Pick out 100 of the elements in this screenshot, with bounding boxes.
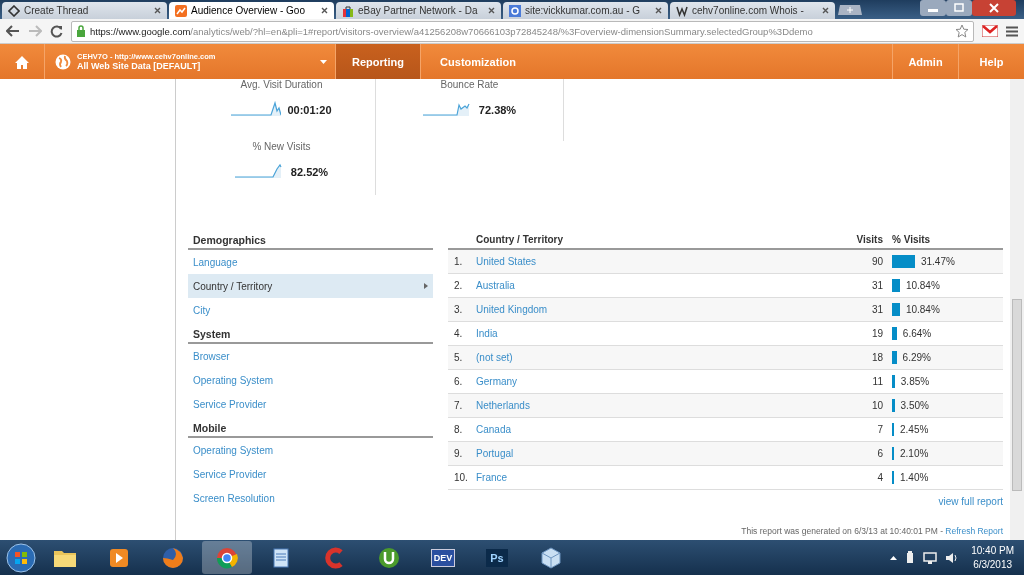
country-link[interactable]: Portugal bbox=[476, 448, 514, 459]
new-tab-icon[interactable] bbox=[837, 4, 863, 16]
volume-icon[interactable] bbox=[945, 551, 960, 564]
dimension-link[interactable]: Screen Resolution bbox=[188, 486, 433, 510]
search-icon bbox=[509, 4, 521, 17]
browser-tab[interactable]: site:vickkumar.com.au - G bbox=[503, 2, 668, 19]
table-cell-text: 19 bbox=[870, 328, 883, 339]
tab-title: Audience Overview - Goo bbox=[191, 5, 306, 16]
rank-number: 4. bbox=[453, 328, 464, 339]
table-cell-text: 11 bbox=[871, 376, 883, 387]
table-cell-text: 7 bbox=[876, 424, 883, 435]
menu-icon[interactable] bbox=[1006, 25, 1018, 37]
app-logo: DEV bbox=[430, 548, 456, 567]
close-icon[interactable] bbox=[321, 7, 328, 14]
country-link[interactable]: United Kingdom bbox=[476, 304, 548, 315]
metric-value: 72.38% bbox=[478, 104, 517, 116]
percent-bar bbox=[892, 303, 900, 316]
clock-time: 10:40 PM bbox=[971, 543, 1014, 558]
rank-number: 2. bbox=[453, 280, 464, 291]
percent-bar bbox=[892, 327, 897, 340]
table-cell: 3.85% bbox=[900, 376, 930, 387]
dropdown-caret-icon bbox=[320, 59, 327, 64]
country-link[interactable]: Germany bbox=[476, 376, 518, 387]
sparkline-drawing bbox=[231, 99, 282, 116]
dimension-link[interactable]: Operating System bbox=[188, 438, 433, 462]
percent-bar bbox=[892, 279, 900, 292]
rank-number: 10. bbox=[453, 472, 469, 483]
dimension-link[interactable]: City bbox=[188, 298, 433, 322]
percent-bar bbox=[892, 255, 915, 268]
column-header: % Visits bbox=[891, 234, 932, 245]
browser-tab[interactable]: Create Thread bbox=[2, 2, 167, 19]
reload-icon[interactable] bbox=[50, 24, 63, 38]
arrow-right-icon bbox=[424, 283, 428, 289]
tab-title: eBay Partner Network - Da bbox=[358, 5, 479, 16]
mail-icon[interactable] bbox=[982, 25, 998, 37]
column-header: Visits bbox=[855, 234, 883, 245]
country-link[interactable]: United States bbox=[476, 256, 537, 267]
country-link[interactable]: India bbox=[476, 328, 498, 339]
star-icon[interactable] bbox=[955, 24, 969, 38]
power-icon[interactable] bbox=[905, 551, 916, 564]
country-link[interactable]: (not set) bbox=[476, 352, 513, 363]
dimension-link[interactable]: Country / Territory bbox=[188, 274, 433, 298]
table-cell: 2.45% bbox=[900, 424, 929, 435]
rank-number: 9. bbox=[453, 448, 464, 459]
view-full-report-link[interactable]: view full report bbox=[938, 496, 1003, 507]
dimension-link[interactable]: Language bbox=[188, 250, 433, 274]
browser-tab[interactable]: cehv7online.com Whois - bbox=[670, 2, 835, 19]
dimension-link[interactable]: Operating System bbox=[188, 368, 433, 392]
caret-up-icon[interactable] bbox=[890, 555, 898, 560]
close-icon[interactable] bbox=[488, 7, 495, 14]
table-cell: 6.64% bbox=[902, 328, 932, 339]
refresh-report-link[interactable]: Refresh Report bbox=[945, 526, 1003, 536]
country-link[interactable]: Canada bbox=[476, 424, 512, 435]
close-icon[interactable] bbox=[822, 7, 829, 14]
table-cell-text: 4 bbox=[876, 472, 883, 483]
tab-title: site:vickkumar.com.au - G bbox=[525, 5, 642, 16]
close-icon[interactable] bbox=[655, 7, 662, 14]
rank-number: 8. bbox=[453, 424, 464, 435]
dimension-link[interactable]: Browser bbox=[188, 344, 433, 368]
section-heading: Demographics bbox=[188, 231, 433, 250]
address-bar[interactable]: https://www.google.com/analytics/web/?hl=en&pli=1#report/visitors-overview/a41256208w70666103p72845248/%3Foverview-dimensionSummary.selectedGroup%3Ddemo bbox=[71, 20, 974, 42]
taskbar-button[interactable]: DEV bbox=[418, 541, 468, 574]
rank-number: 5. bbox=[453, 352, 464, 363]
section-heading: System bbox=[188, 325, 433, 344]
close-icon[interactable] bbox=[972, 0, 1016, 16]
url-text: https://www.google.com/analytics/web/?hl=en&pli=1#report/visitors-overview/a41256208w70666103p72845248/%3Foverview-dimensionSummary.selectedGroup%3Ddemo bbox=[90, 25, 814, 37]
shopping-bag-icon bbox=[342, 4, 354, 17]
section-heading: Mobile bbox=[188, 419, 433, 438]
nav-tab[interactable]: Customization bbox=[420, 44, 535, 79]
back-icon[interactable] bbox=[6, 25, 20, 37]
app-logo: Ps bbox=[486, 548, 508, 567]
dimension-link[interactable]: Service Provider bbox=[188, 462, 433, 486]
country-link[interactable]: Netherlands bbox=[476, 400, 530, 411]
start-button-icon[interactable] bbox=[6, 542, 36, 573]
metric-label: % New Visits bbox=[252, 141, 311, 153]
tab-title: Create Thread bbox=[24, 5, 90, 16]
maximize-icon[interactable] bbox=[946, 0, 972, 16]
minimize-icon[interactable] bbox=[920, 0, 946, 16]
table-cell: 10.84% bbox=[905, 304, 940, 315]
table-cell-text: 18 bbox=[870, 352, 883, 363]
browser-tab[interactable]: Audience Overview - Goo bbox=[169, 2, 334, 19]
diamond-icon bbox=[8, 4, 20, 17]
column-header: Country / Territory bbox=[476, 234, 565, 245]
dimension-link[interactable]: Service Provider bbox=[188, 392, 433, 416]
nav-link[interactable]: Admin bbox=[892, 44, 958, 79]
profile-name: All Web Site Data [DEFAULT] bbox=[77, 61, 202, 71]
browser-tab[interactable]: eBay Partner Network - Da bbox=[336, 2, 501, 19]
table-cell: 2.10% bbox=[900, 448, 929, 459]
rank-number: 3. bbox=[453, 304, 464, 315]
scrollbar[interactable] bbox=[1010, 79, 1024, 540]
close-icon[interactable] bbox=[154, 7, 161, 14]
country-link[interactable]: France bbox=[476, 472, 508, 483]
taskbar-button[interactable]: Ps bbox=[472, 541, 522, 574]
metric-value: 82.52% bbox=[290, 166, 329, 178]
network-icon[interactable] bbox=[923, 551, 938, 564]
country-link[interactable]: Australia bbox=[476, 280, 515, 291]
nav-tab[interactable]: Reporting bbox=[335, 44, 420, 79]
home-icon bbox=[14, 54, 30, 69]
table-cell: 1.40% bbox=[900, 472, 929, 483]
globe-icon bbox=[55, 53, 71, 70]
